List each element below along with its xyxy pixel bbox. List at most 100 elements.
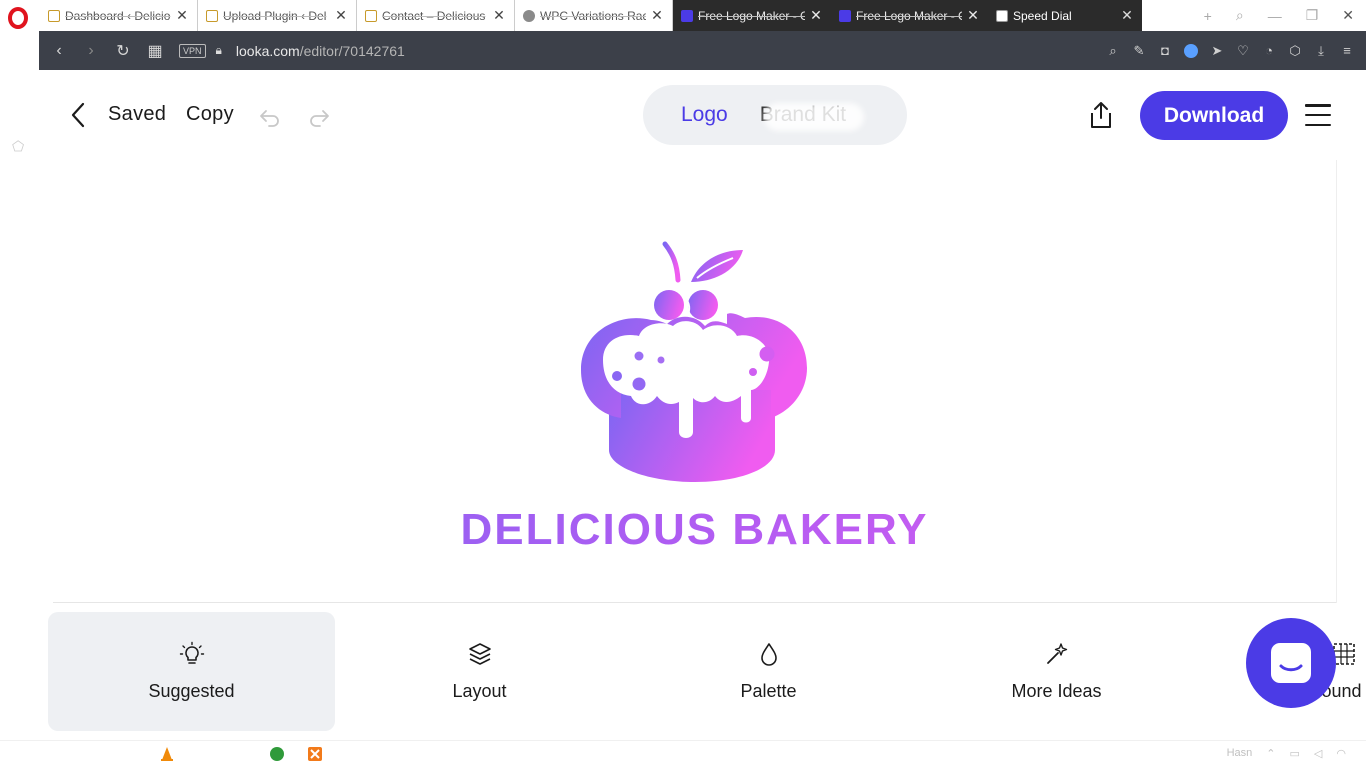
tool-palette[interactable]: Palette bbox=[625, 612, 912, 731]
back-button[interactable] bbox=[67, 100, 89, 130]
close-window-icon[interactable]: ✕ bbox=[1342, 7, 1354, 24]
maximize-icon[interactable]: ❐ bbox=[1306, 7, 1319, 24]
tab-close-icon[interactable]: ✕ bbox=[650, 7, 664, 24]
chevron-up-icon[interactable]: ⌃ bbox=[1266, 747, 1275, 760]
editor-header: Saved Copy Logo Brand Kit Download bbox=[39, 70, 1366, 160]
tray-text: Hasn bbox=[1226, 747, 1253, 759]
tab-title: Contact – Delicious bbox=[382, 8, 486, 23]
saved-status: Saved bbox=[108, 103, 167, 125]
tab-close-icon[interactable]: ✕ bbox=[966, 7, 980, 24]
heart-icon[interactable]: ♡ bbox=[1236, 43, 1250, 58]
edit-icon[interactable]: ✎ bbox=[1132, 43, 1146, 58]
tool-layout[interactable]: Layout bbox=[336, 612, 623, 731]
network-icon[interactable]: ▭ bbox=[1290, 747, 1300, 760]
tab-title: Upload Plugin ‹ Del bbox=[223, 8, 327, 23]
tab-title: Free Logo Maker - C bbox=[856, 8, 962, 23]
minimize-icon[interactable]: — bbox=[1268, 8, 1282, 24]
forward-icon[interactable]: › bbox=[75, 35, 107, 67]
adblock-shield-icon[interactable] bbox=[1184, 43, 1198, 58]
sidebar-toggle-icon[interactable]: ⬠ bbox=[12, 138, 24, 155]
cupcake-cherry-logo-icon[interactable] bbox=[581, 240, 815, 484]
url-host: looka.com bbox=[235, 42, 300, 59]
url-field[interactable]: looka.com/editor/70142761 bbox=[236, 43, 405, 59]
hamburger-menu-icon[interactable] bbox=[1305, 104, 1331, 126]
tab-dashboard[interactable]: Dashboard ‹ Delicio ✕ bbox=[40, 0, 198, 31]
canvas-scrollbar[interactable] bbox=[1336, 160, 1366, 603]
tab-logo-maker-1[interactable]: Free Logo Maker - C ✕ bbox=[673, 0, 831, 31]
tool-label: Palette bbox=[740, 681, 797, 701]
chat-icon bbox=[1271, 643, 1311, 683]
cube-icon[interactable]: ⬡ bbox=[1288, 43, 1302, 58]
tab-logo-maker-2[interactable]: Free Logo Maker - C ✕ bbox=[831, 0, 988, 31]
tool-label: Layout bbox=[452, 681, 507, 701]
easy-setup-icon[interactable]: ≡ bbox=[1340, 43, 1354, 58]
download-button[interactable]: Download bbox=[1140, 91, 1288, 140]
menu-line bbox=[1305, 113, 1331, 117]
os-taskbar: Hasn ⌃ ▭ ◁ ◠ bbox=[0, 740, 1366, 768]
zoom-icon[interactable]: ⌕ bbox=[1106, 43, 1120, 58]
tab-title: WPC Variations Rad bbox=[540, 8, 646, 23]
menu-line bbox=[1305, 123, 1331, 126]
db-favicon-icon bbox=[48, 9, 60, 22]
editor-toolbar: Suggested Layout Palette More Ideas Back… bbox=[39, 604, 1366, 740]
tab-contact[interactable]: Contact – Delicious ✕ bbox=[357, 0, 515, 31]
logo-canvas[interactable]: DELICIOUS BAKERY bbox=[53, 160, 1336, 603]
lightbulb-icon bbox=[179, 641, 204, 664]
vlc-icon[interactable] bbox=[159, 746, 175, 762]
lock-icon[interactable]: 🔒︎ bbox=[216, 43, 222, 58]
tab-close-icon[interactable]: ✕ bbox=[175, 7, 189, 24]
layers-icon bbox=[468, 643, 491, 665]
db-favicon-icon bbox=[365, 9, 377, 22]
wifi-icon[interactable]: ◠ bbox=[1336, 747, 1346, 760]
send-icon[interactable]: ➤ bbox=[1210, 43, 1224, 58]
new-tab-icon[interactable]: + bbox=[1204, 8, 1212, 24]
search-tabs-icon[interactable]: ⌕ bbox=[1236, 7, 1244, 24]
chat-support-button[interactable] bbox=[1246, 618, 1336, 708]
tab-title: Speed Dial bbox=[1013, 8, 1072, 23]
tab-speed-dial[interactable]: Speed Dial ✕ bbox=[988, 0, 1142, 31]
tab-close-icon[interactable]: ✕ bbox=[334, 7, 348, 24]
camera-icon[interactable]: ◘ bbox=[1158, 43, 1172, 58]
copy-button[interactable]: Copy bbox=[186, 103, 234, 126]
tab-close-icon[interactable]: ✕ bbox=[1120, 7, 1134, 24]
tab-logo[interactable]: Logo bbox=[681, 103, 728, 127]
tab-upload-plugin[interactable]: Upload Plugin ‹ Del ✕ bbox=[198, 0, 357, 31]
tab-close-icon[interactable]: ✕ bbox=[809, 7, 823, 24]
share-icon[interactable] bbox=[1087, 100, 1115, 130]
menu-line bbox=[1305, 104, 1331, 107]
logo-brandkit-switch: Logo Brand Kit bbox=[643, 85, 907, 145]
system-tray: Hasn ⌃ ▭ ◁ ◠ bbox=[1227, 747, 1346, 760]
tool-suggested[interactable]: Suggested bbox=[48, 612, 335, 731]
chevron-left-icon bbox=[71, 102, 85, 128]
undo-icon[interactable] bbox=[258, 104, 282, 128]
tool-label: Suggested bbox=[148, 681, 235, 701]
tab-wpc-variations[interactable]: WPC Variations Rad ✕ bbox=[515, 0, 673, 31]
speed-dial-favicon-icon bbox=[996, 9, 1008, 22]
browser-tabstrip: Dashboard ‹ Delicio ✕ Upload Plugin ‹ De… bbox=[0, 0, 1366, 31]
redo-icon[interactable] bbox=[307, 104, 331, 128]
tabs-grid-icon[interactable]: ▦ bbox=[139, 35, 171, 67]
address-bar: ‹ › ↻ ▦ VPN 🔒︎ looka.com/editor/70142761… bbox=[39, 31, 1366, 70]
xampp-icon[interactable] bbox=[307, 746, 323, 762]
droplet-icon bbox=[760, 643, 777, 666]
download-icon[interactable]: ⤓ bbox=[1314, 43, 1328, 58]
db-favicon-icon bbox=[206, 9, 218, 22]
speedometer-icon[interactable]: ◔ bbox=[1262, 43, 1276, 58]
opera-logo-icon[interactable] bbox=[6, 5, 30, 29]
magic-wand-icon bbox=[1046, 643, 1067, 664]
tab-brand-kit[interactable]: Brand Kit bbox=[760, 103, 846, 127]
window-controls: + ⌕ — ❐ ✕ bbox=[1204, 0, 1366, 31]
tab-close-icon[interactable]: ✕ bbox=[492, 7, 506, 24]
url-path: /editor/70142761 bbox=[299, 42, 405, 59]
back-icon[interactable]: ‹ bbox=[43, 35, 75, 67]
tool-more-ideas[interactable]: More Ideas bbox=[913, 612, 1200, 731]
volume-icon[interactable]: ◁ bbox=[1314, 747, 1322, 760]
app-globe-icon[interactable] bbox=[269, 746, 285, 762]
sidebar-strip: ⬠ bbox=[0, 70, 39, 740]
logo-brand-name[interactable]: DELICIOUS BAKERY bbox=[53, 505, 1336, 555]
reload-icon[interactable]: ↻ bbox=[107, 35, 139, 67]
vpn-badge[interactable]: VPN bbox=[179, 43, 206, 58]
tool-label: More Ideas bbox=[1011, 681, 1102, 701]
tab-title: Free Logo Maker - C bbox=[698, 8, 805, 23]
tab-title: Dashboard ‹ Delicio bbox=[65, 8, 171, 23]
